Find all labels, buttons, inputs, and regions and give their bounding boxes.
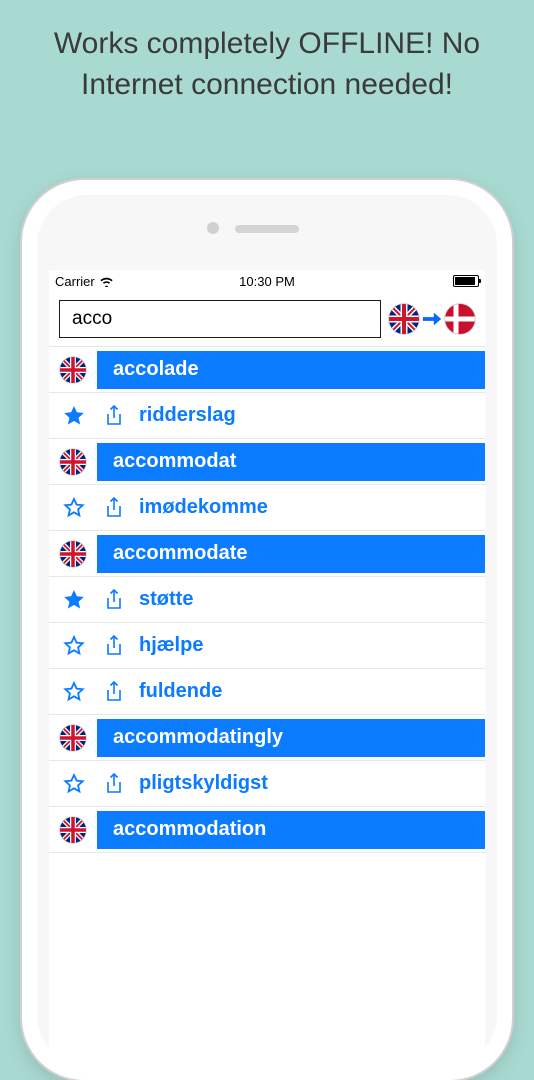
star-icon xyxy=(62,588,86,612)
word-entry-row[interactable]: hjælpe xyxy=(49,623,485,669)
battery-icon xyxy=(453,275,479,287)
flag-uk-icon xyxy=(60,817,86,843)
word-entry-row[interactable]: støtte xyxy=(49,577,485,623)
carrier-label: Carrier xyxy=(55,274,95,289)
flag-uk-icon xyxy=(60,357,86,383)
word-entry-row[interactable]: imødekomme xyxy=(49,485,485,531)
share-icon xyxy=(104,496,124,520)
word-entry-row[interactable]: fuldende xyxy=(49,669,485,715)
share-button[interactable] xyxy=(99,634,129,658)
share-button[interactable] xyxy=(99,588,129,612)
arrow-right-icon xyxy=(421,309,443,329)
phone-camera xyxy=(207,222,219,234)
search-input[interactable] xyxy=(59,300,381,338)
word-entry-row[interactable]: pligtskyldigst xyxy=(49,761,485,807)
favorite-button[interactable] xyxy=(59,772,89,796)
word-header-row[interactable]: accolade xyxy=(49,347,485,393)
word-header-label: accommodation xyxy=(97,811,485,849)
marketing-text: Works completely OFFLINE! No Internet co… xyxy=(0,0,534,121)
share-icon xyxy=(104,772,124,796)
word-header-label: accolade xyxy=(97,351,485,389)
star-icon xyxy=(62,404,86,428)
word-header-label: accommodate xyxy=(97,535,485,573)
star-icon xyxy=(62,496,86,520)
app-screen: Carrier 10:30 PM xyxy=(49,270,485,1065)
share-icon xyxy=(104,588,124,612)
word-list: accolade ridderslag accommodat imødekomme ac… xyxy=(49,346,485,853)
word-header-row[interactable]: accommodation xyxy=(49,807,485,853)
flag-dk-icon xyxy=(445,304,475,334)
word-header-row[interactable]: accommodate xyxy=(49,531,485,577)
language-pair-button[interactable] xyxy=(389,304,475,334)
search-row xyxy=(49,292,485,346)
word-header-label: accommodat xyxy=(97,443,485,481)
flag-uk-icon xyxy=(60,725,86,751)
status-bar: Carrier 10:30 PM xyxy=(49,270,485,292)
star-icon xyxy=(62,772,86,796)
word-entry-label: pligtskyldigst xyxy=(139,772,268,795)
word-entry-label: ridderslag xyxy=(139,404,236,427)
star-icon xyxy=(62,634,86,658)
phone-frame: Carrier 10:30 PM xyxy=(22,180,512,1080)
share-icon xyxy=(104,634,124,658)
word-entry-label: hjælpe xyxy=(139,634,203,657)
flag-uk-icon xyxy=(60,449,86,475)
flag-uk-icon xyxy=(60,541,86,567)
share-button[interactable] xyxy=(99,680,129,704)
status-time: 10:30 PM xyxy=(239,274,295,289)
star-icon xyxy=(62,680,86,704)
favorite-button[interactable] xyxy=(59,680,89,704)
share-icon xyxy=(104,680,124,704)
share-button[interactable] xyxy=(99,404,129,428)
flag-uk-icon xyxy=(389,304,419,334)
word-header-row[interactable]: accommodat xyxy=(49,439,485,485)
phone-speaker xyxy=(235,225,299,233)
wifi-icon xyxy=(99,276,114,287)
word-header-label: accommodatingly xyxy=(97,719,485,757)
share-icon xyxy=(104,404,124,428)
word-entry-label: fuldende xyxy=(139,680,222,703)
favorite-button[interactable] xyxy=(59,588,89,612)
word-entry-label: støtte xyxy=(139,588,193,611)
favorite-button[interactable] xyxy=(59,404,89,428)
share-button[interactable] xyxy=(99,496,129,520)
share-button[interactable] xyxy=(99,772,129,796)
word-entry-label: imødekomme xyxy=(139,496,268,519)
word-header-row[interactable]: accommodatingly xyxy=(49,715,485,761)
word-entry-row[interactable]: ridderslag xyxy=(49,393,485,439)
favorite-button[interactable] xyxy=(59,496,89,520)
favorite-button[interactable] xyxy=(59,634,89,658)
